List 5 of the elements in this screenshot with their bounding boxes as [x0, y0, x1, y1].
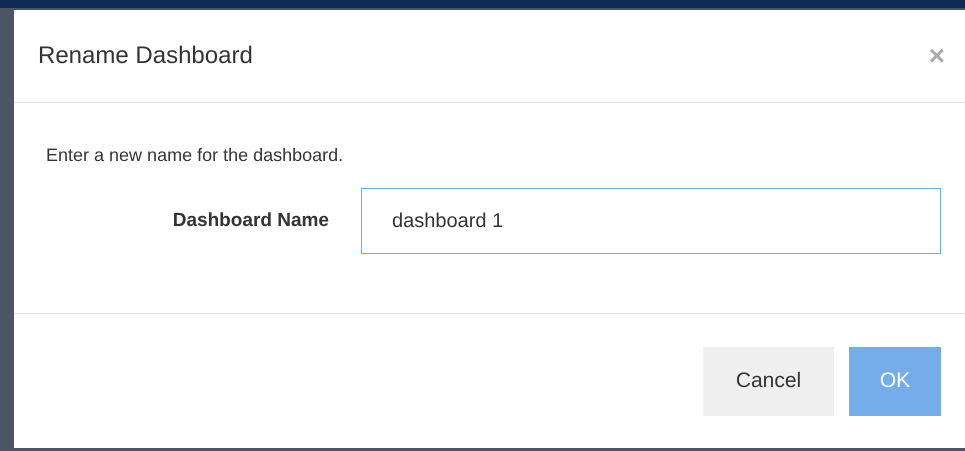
field-label: Dashboard Name — [172, 210, 330, 232]
dialog-message: Enter a new name for the dashboard. — [46, 145, 344, 166]
name-field[interactable]: dashboard 1 — [361, 188, 941, 254]
cancel-button[interactable]: Cancel — [703, 346, 834, 416]
dialog-title: Rename Dashboard — [38, 42, 253, 70]
